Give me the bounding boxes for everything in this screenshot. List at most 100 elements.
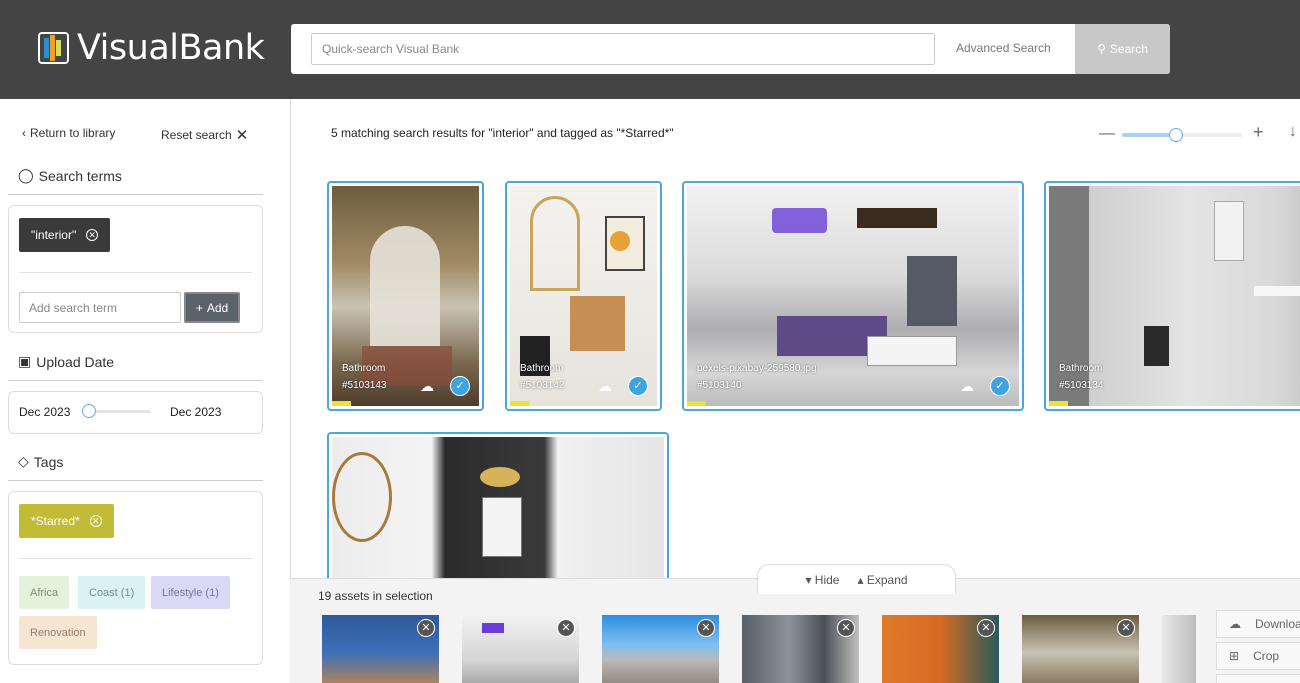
upload-date-panel: Dec 2023 Dec 2023 <box>8 391 263 434</box>
add-search-term-input[interactable] <box>19 292 181 323</box>
selection-thumbnail[interactable]: ✕ <box>742 615 859 683</box>
asset-card[interactable]: Bathroom #5103134 <box>1044 181 1300 411</box>
logo[interactable]: VisualBank <box>38 28 265 68</box>
search-terms-panel: "interior" ✕ + Add <box>8 205 263 333</box>
key-icon: ◯ <box>18 167 34 183</box>
selection-count: 19 assets in selection <box>318 589 433 603</box>
asset-thumbnail[interactable]: Bathroom #5103134 <box>1049 186 1300 406</box>
sort-down-icon[interactable]: ↓ <box>1289 123 1297 141</box>
crop-icon: ⊞ <box>1229 649 1240 663</box>
starred-tag-chip[interactable]: *Starred* ✕ <box>19 504 114 538</box>
selection-thumbnail[interactable]: ✕ <box>602 615 719 683</box>
more-action-button[interactable] <box>1216 674 1300 683</box>
date-slider-handle[interactable] <box>82 404 96 418</box>
date-slider-track[interactable] <box>91 410 151 413</box>
tags-title: Tags <box>33 453 64 470</box>
chevron-left-icon: ‹ <box>22 126 26 140</box>
remove-selection-icon[interactable]: ✕ <box>1117 619 1135 637</box>
asset-card[interactable]: pexels-pixabay-259580.jpg #5103140 ☁ ✓ <box>682 181 1024 411</box>
asset-id: #5103142 <box>520 380 565 391</box>
asset-title: Bathroom <box>342 363 386 374</box>
divider <box>8 194 263 195</box>
expand-label: Expand <box>866 572 908 587</box>
plus-icon: + <box>195 300 203 315</box>
upload-date-heading: ▣ Upload Date <box>18 353 114 370</box>
asset-title: Bathroom <box>520 363 564 374</box>
search-terms-heading: ◯ Search terms <box>18 167 122 184</box>
selection-thumbnail[interactable] <box>1162 615 1196 683</box>
remove-selection-icon[interactable]: ✕ <box>557 619 575 637</box>
selection-thumbnail[interactable]: ✕ <box>1022 615 1139 683</box>
asset-id: #5103143 <box>342 380 387 391</box>
asset-thumbnail[interactable]: Bathroom #5103143 ☁ ✓ <box>332 186 479 406</box>
remove-selection-icon[interactable]: ✕ <box>417 619 435 637</box>
remove-selection-icon[interactable]: ✕ <box>697 619 715 637</box>
zoom-slider-fill <box>1122 133 1176 137</box>
search-icon: ⚲ <box>1097 42 1106 56</box>
tag-chip[interactable]: Lifestyle (1) <box>151 576 230 609</box>
asset-thumbnail[interactable]: Bathroom #5103142 ☁ ✓ <box>510 186 657 406</box>
crop-button[interactable]: ⊞ Crop <box>1216 642 1300 670</box>
logo-text: VisualBank <box>77 28 265 68</box>
return-link-label: Return to library <box>30 126 116 140</box>
hide-tray-button[interactable]: ▾ Hide <box>805 573 839 587</box>
selection-thumbnail[interactable]: ✕ <box>882 615 999 683</box>
add-button-label: Add <box>206 300 229 315</box>
selection-thumbnail[interactable]: ✕ <box>462 615 579 683</box>
remove-term-icon[interactable]: ✕ <box>86 229 99 241</box>
divider <box>8 480 263 481</box>
tag-chip[interactable]: Africa <box>19 576 70 609</box>
expand-tray-button[interactable]: ▴ Expand <box>857 573 907 587</box>
results-area: 5 matching search results for "interior"… <box>290 99 1300 578</box>
search-term-label: "interior" <box>31 228 77 242</box>
selected-check-icon[interactable]: ✓ <box>628 376 648 396</box>
results-summary: 5 matching search results for "interior"… <box>331 126 674 140</box>
calendar-icon: ▣ <box>18 353 32 369</box>
asset-caption: Bathroom #5103143 <box>342 360 387 394</box>
asset-caption: Bathroom #5103134 <box>1059 360 1104 394</box>
sidebar: ‹ Return to library Reset search ✕ ◯ Sea… <box>0 99 290 683</box>
download-cloud-icon[interactable]: ☁ <box>955 378 979 396</box>
date-to: Dec 2023 <box>170 405 222 419</box>
starred-tag-label: *Starred* <box>31 514 80 528</box>
return-to-library-link[interactable]: ‹ Return to library <box>22 126 115 140</box>
zoom-out-icon[interactable]: — <box>1099 125 1115 143</box>
asset-thumbnail[interactable]: pexels-pixabay-259580.jpg #5103140 ☁ ✓ <box>687 186 1019 406</box>
asset-card[interactable]: Bathroom #5103143 ☁ ✓ <box>327 181 484 411</box>
reset-search-link[interactable]: Reset search ✕ <box>161 126 248 144</box>
divider <box>8 380 263 381</box>
selection-thumbnail[interactable]: ✕ <box>322 615 439 683</box>
advanced-search-link[interactable]: Advanced Search <box>956 41 1051 55</box>
zoom-in-icon[interactable]: + <box>1253 122 1264 143</box>
app-header: VisualBank Advanced Search ⚲ Search <box>0 0 1300 99</box>
asset-card[interactable]: Bathroom #5103142 ☁ ✓ <box>505 181 662 411</box>
remove-selection-icon[interactable]: ✕ <box>837 619 855 637</box>
asset-thumbnail[interactable] <box>332 437 664 578</box>
remove-selection-icon[interactable]: ✕ <box>977 619 995 637</box>
asset-card[interactable] <box>327 432 669 578</box>
search-term-chip[interactable]: "interior" ✕ <box>19 218 111 252</box>
download-button[interactable]: ☁ Download <box>1216 610 1300 638</box>
quick-search-input[interactable] <box>311 33 935 65</box>
asset-title: Bathroom <box>1059 363 1103 374</box>
search-button[interactable]: ⚲ Search <box>1075 24 1170 74</box>
download-cloud-icon[interactable]: ☁ <box>415 378 439 396</box>
tag-chip[interactable]: Renovation <box>19 616 97 649</box>
selected-check-icon[interactable]: ✓ <box>990 376 1010 396</box>
tags-panel: *Starred* ✕ Africa Coast (1) Lifestyle (1)… <box>8 491 263 665</box>
flag-indicator <box>510 401 529 406</box>
tag-icon: ◇ <box>18 453 29 469</box>
download-label: Download <box>1255 617 1300 631</box>
divider <box>19 558 252 559</box>
download-cloud-icon[interactable]: ☁ <box>593 378 617 396</box>
date-from: Dec 2023 <box>19 405 71 419</box>
divider <box>19 272 252 273</box>
flag-indicator <box>332 401 351 406</box>
search-bar: Advanced Search ⚲ Search <box>291 24 1170 74</box>
zoom-slider-handle[interactable] <box>1169 128 1183 142</box>
tags-heading: ◇ Tags <box>18 453 63 470</box>
add-term-button[interactable]: + Add <box>184 292 240 323</box>
tag-chip[interactable]: Coast (1) <box>78 576 146 609</box>
selected-check-icon[interactable]: ✓ <box>450 376 470 396</box>
remove-tag-icon[interactable]: ✕ <box>89 515 102 527</box>
